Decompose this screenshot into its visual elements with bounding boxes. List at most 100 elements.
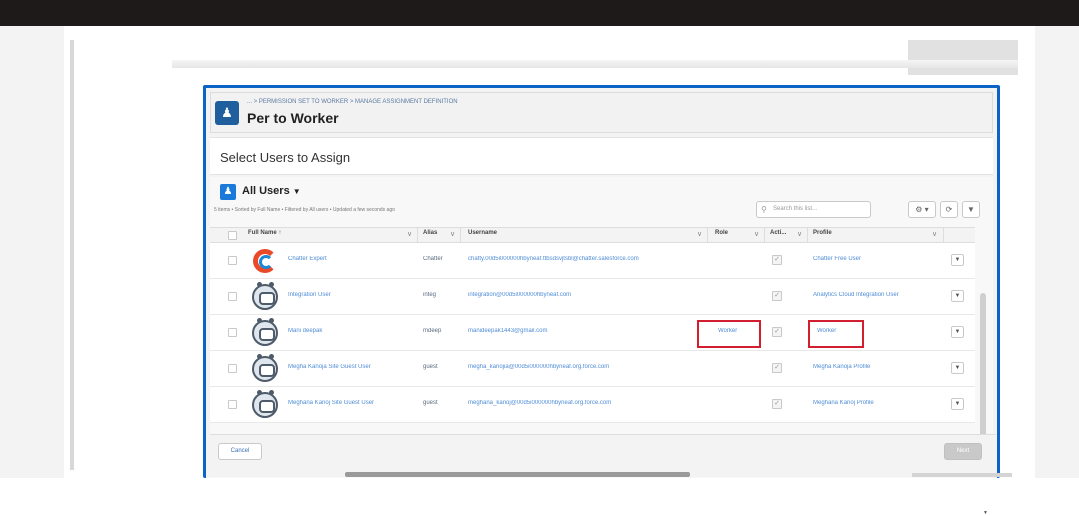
active-checkbox: ✓ — [772, 255, 782, 265]
profile-highlight-box — [808, 320, 864, 348]
logo-icon — [252, 248, 278, 274]
full-name-link[interactable]: Mani deepak — [288, 328, 413, 334]
table-row[interactable]: Megha Kanoja Site Guest User guest megha… — [210, 351, 975, 387]
profile-link[interactable]: Megha Kanoja Profile — [813, 364, 943, 370]
table-row[interactable]: Chatter Expert Chatter chatty.00d5i00000… — [210, 243, 975, 279]
filter-icon: ▼ — [967, 205, 975, 214]
row-actions-button[interactable]: ▼ — [951, 326, 964, 338]
chevron-down-icon: ▼ — [292, 187, 301, 196]
active-checkbox: ✓ — [772, 363, 782, 373]
column-divider — [943, 228, 944, 243]
user-list-panel: ♟ All Users ▼ 5 items • Sorted by Full Na… — [210, 177, 996, 516]
column-username[interactable]: Username — [468, 230, 497, 236]
column-active[interactable]: Acti... — [770, 230, 786, 236]
row-checkbox[interactable] — [228, 328, 237, 337]
modal-footer: Cancel Next — [210, 434, 996, 477]
alias-cell: integ — [423, 292, 437, 298]
alias-cell: guest — [423, 364, 438, 370]
search-list-input[interactable]: ⚲ Search this list... — [756, 201, 871, 218]
column-role[interactable]: Role — [715, 230, 728, 236]
username-cell: chatty.00d5i000000hbyneaf.ttbsdsvjtsbl@c… — [468, 256, 639, 262]
background-stripe — [172, 60, 1018, 68]
cancel-button[interactable]: Cancel — [218, 443, 262, 460]
full-name-link[interactable]: Chatter Expert — [288, 256, 413, 262]
horizontal-scrollbar[interactable] — [345, 472, 690, 477]
row-checkbox[interactable] — [228, 400, 237, 409]
profile-link[interactable]: Analytics Cloud Integration User — [813, 292, 943, 298]
window-top-bar — [0, 0, 1079, 26]
chevron-down-icon[interactable]: ∨ — [797, 230, 802, 238]
chevron-down-icon[interactable]: ∨ — [450, 230, 455, 238]
full-name-link[interactable]: Megha Kanoja Site Guest User — [288, 364, 413, 370]
row-checkbox[interactable] — [228, 364, 237, 373]
row-actions-button[interactable]: ▼ — [951, 398, 964, 410]
table-header: Full Name ↑ ∨ Alias ∨ Username ∨ Role ∨ … — [210, 227, 975, 243]
table-row[interactable]: Integration User integ integration@00d5i… — [210, 279, 975, 315]
left-gutter — [0, 26, 64, 478]
scroll-down-arrow-icon[interactable]: ▼ — [983, 510, 988, 516]
list-view-user-icon: ♟ — [220, 184, 236, 200]
role-highlight-box — [697, 320, 761, 348]
search-placeholder: Search this list... — [773, 206, 818, 212]
profile-link[interactable]: Worker — [817, 328, 857, 334]
column-divider — [707, 228, 708, 243]
list-settings-button[interactable]: ⚙ ▾ — [908, 201, 936, 218]
column-alias[interactable]: Alias — [423, 230, 437, 236]
full-name-link[interactable]: Meghana Kanoj Site Guest User — [288, 400, 413, 406]
chevron-down-icon[interactable]: ∨ — [932, 230, 937, 238]
table-row[interactable]: Mani deepak mdeep manideepak1443@gmail.c… — [210, 315, 975, 351]
list-view-selector[interactable]: All Users ▼ — [242, 185, 301, 197]
select-users-heading: Select Users to Assign — [220, 150, 351, 165]
modal-body: ♟ ... > PERMISSION SET TO WORKER > MANAG… — [206, 88, 997, 516]
username-cell: meghana_kanoj@00d5i000000hbyneaf.org.for… — [468, 400, 612, 406]
chevron-down-icon[interactable]: ∨ — [407, 230, 412, 238]
user-icon: ♟ — [215, 101, 239, 125]
chevron-down-icon[interactable]: ∨ — [754, 230, 759, 238]
column-profile[interactable]: Profile — [813, 230, 832, 236]
column-full-name[interactable]: Full Name ↑ — [248, 230, 281, 236]
assign-users-modal: ♟ ... > PERMISSION SET TO WORKER > MANAG… — [203, 85, 1000, 516]
next-button[interactable]: Next — [944, 443, 982, 460]
alias-cell: guest — [423, 400, 438, 406]
right-gutter — [1035, 26, 1079, 478]
breadcrumb[interactable]: ... > PERMISSION SET TO WORKER > MANAGE … — [247, 99, 458, 105]
active-checkbox: ✓ — [772, 399, 782, 409]
astro-avatar-icon — [252, 354, 278, 382]
row-actions-button[interactable]: ▼ — [951, 362, 964, 374]
row-actions-button[interactable]: ▼ — [951, 254, 964, 266]
astro-avatar-icon — [252, 390, 278, 418]
profile-link[interactable]: Chatter Free User — [813, 256, 943, 262]
column-divider — [764, 228, 765, 243]
table-row[interactable]: Meghana Kanoj Site Guest User guest megh… — [210, 387, 975, 423]
column-divider — [460, 228, 461, 243]
alias-cell: Chatter — [423, 256, 443, 262]
username-cell: megha_kanojia@00d5i000000hbyneaf.org.for… — [468, 364, 610, 370]
refresh-button[interactable]: ⟳ — [940, 201, 958, 218]
alias-cell: mdeep — [423, 328, 442, 334]
search-icon: ⚲ — [761, 205, 767, 214]
astro-avatar-icon — [252, 318, 278, 346]
row-checkbox[interactable] — [228, 292, 237, 301]
full-name-link[interactable]: Integration User — [288, 292, 413, 298]
refresh-icon: ⟳ — [945, 205, 953, 214]
left-divider — [70, 40, 74, 470]
active-checkbox: ✓ — [772, 327, 782, 337]
modal-header: ♟ ... > PERMISSION SET TO WORKER > MANAG… — [210, 92, 993, 133]
profile-link[interactable]: Meghana Kanoj Profile — [813, 400, 943, 406]
select-all-checkbox[interactable] — [228, 231, 237, 240]
background-panel — [908, 40, 1018, 75]
chevron-down-icon[interactable]: ∨ — [697, 230, 702, 238]
column-divider — [807, 228, 808, 243]
row-checkbox[interactable] — [228, 256, 237, 265]
column-divider — [417, 228, 418, 243]
username-cell: integration@00d5i000000hbyneaf.com — [468, 292, 572, 298]
astro-avatar-icon — [252, 282, 278, 310]
assign-panel: Select Users to Assign — [210, 137, 993, 175]
role-cell: Worker — [718, 328, 738, 334]
gear-icon: ⚙ ▾ — [915, 205, 929, 214]
background-bar — [912, 473, 1012, 477]
row-actions-button[interactable]: ▼ — [951, 290, 964, 302]
page-title: Per to Worker — [247, 110, 339, 126]
username-cell: manideepak1443@gmail.com — [468, 328, 548, 334]
filter-button[interactable]: ▼ — [962, 201, 980, 218]
